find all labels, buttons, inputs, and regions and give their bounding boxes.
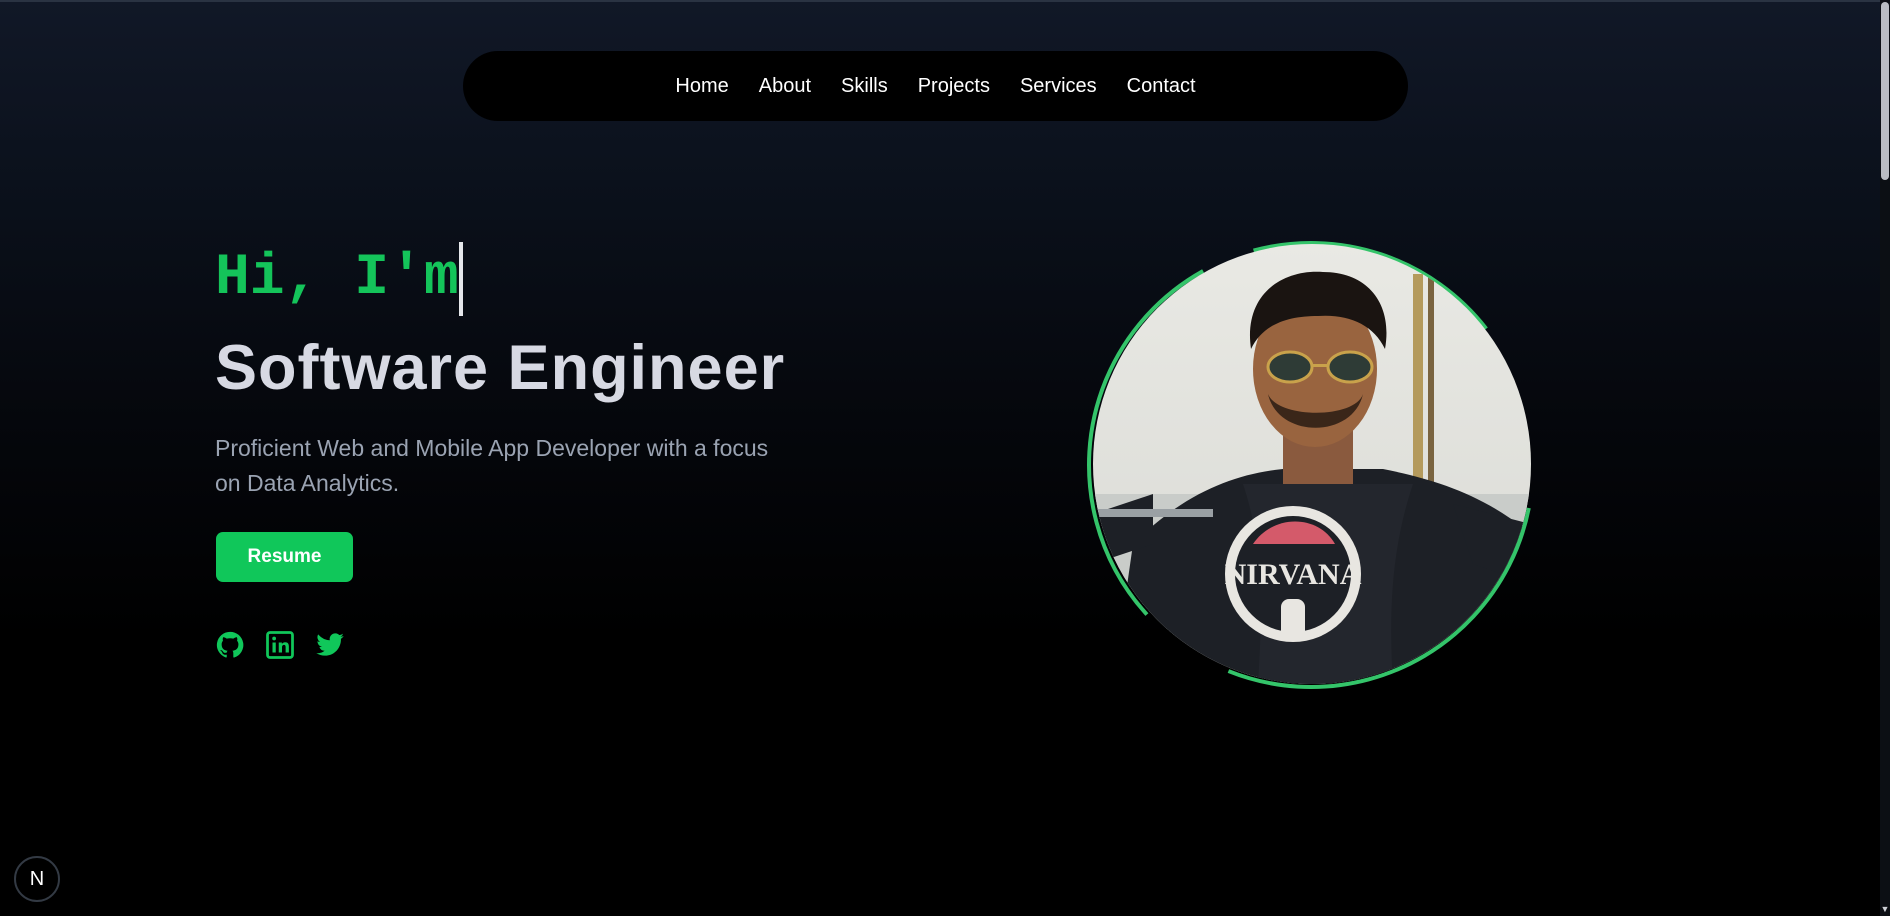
nav-projects[interactable]: Projects [918, 75, 990, 98]
nav-skills[interactable]: Skills [841, 75, 888, 98]
nav-home[interactable]: Home [675, 75, 728, 98]
twitter-icon[interactable] [315, 630, 345, 660]
scrollbar-thumb[interactable] [1881, 2, 1889, 180]
nav-about[interactable]: About [759, 75, 811, 98]
scrollbar[interactable] [1880, 0, 1890, 916]
shirt-text: NIRVANA [1225, 558, 1362, 591]
scroll-down-arrow[interactable]: ▼ [1880, 903, 1890, 916]
hero-description: Proficient Web and Mobile App Developer … [215, 435, 769, 496]
typing-caret [458, 242, 463, 316]
github-icon[interactable] [215, 630, 245, 660]
nav-services[interactable]: Services [1020, 75, 1097, 98]
window-top-border [0, 0, 1890, 2]
typing-greeting: Hi, I'm [215, 242, 463, 316]
main-nav: Home About Skills Projects Services Cont… [463, 51, 1408, 121]
profile-photo: NIRVANA [1093, 244, 1531, 684]
dev-tools-badge[interactable]: N [14, 856, 60, 902]
resume-button[interactable]: Resume [216, 532, 353, 582]
profile-portrait: NIRVANA [1086, 240, 1536, 690]
role-title: Software Engineer [215, 333, 786, 403]
social-links [215, 630, 345, 660]
greeting-text: Hi, I'm [215, 246, 459, 311]
linkedin-icon[interactable] [265, 630, 295, 660]
nav-contact[interactable]: Contact [1127, 75, 1196, 98]
